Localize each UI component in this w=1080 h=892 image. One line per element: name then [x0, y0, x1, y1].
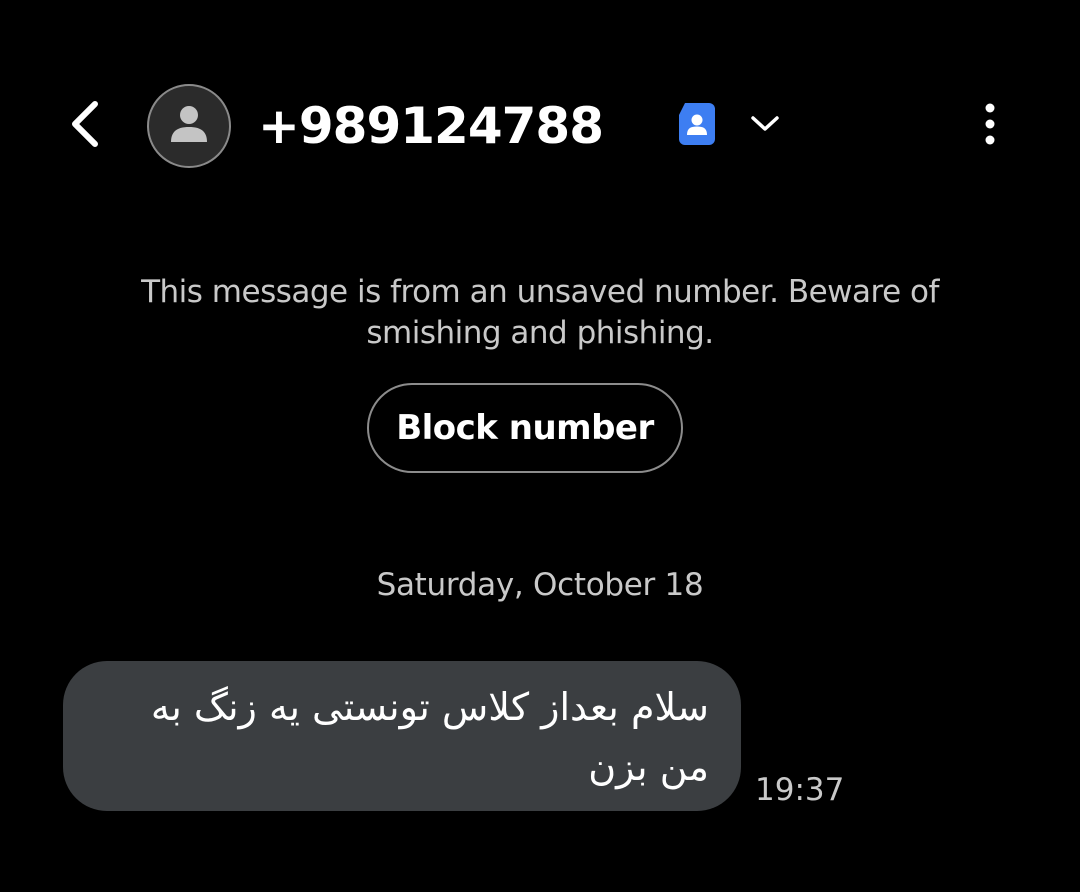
more-vertical-icon — [984, 102, 996, 150]
message-timestamp: 19:37 — [755, 772, 845, 808]
chevron-down-icon — [750, 115, 780, 137]
message-bubble[interactable]: سلام بعداز کلاس تونستی یه زنگ به من بزن — [63, 661, 741, 811]
block-number-button[interactable]: Block number — [367, 383, 683, 473]
contact-card-icon — [678, 102, 716, 150]
unsaved-number-warning: This message is from an unsaved number. … — [141, 274, 939, 351]
more-options-button[interactable] — [964, 96, 1016, 156]
message-text: سلام بعداز کلاس تونستی یه زنگ به من بزن — [150, 685, 709, 789]
contact-dropdown-button[interactable] — [740, 104, 790, 148]
back-button[interactable] — [56, 96, 112, 156]
contact-title[interactable]: +989124788 — [258, 96, 604, 156]
avatar[interactable] — [147, 84, 231, 168]
contact-card-button[interactable] — [672, 100, 722, 152]
date-divider: Saturday, October 18 — [376, 567, 704, 603]
person-icon — [167, 102, 211, 150]
chevron-left-icon — [67, 100, 101, 152]
